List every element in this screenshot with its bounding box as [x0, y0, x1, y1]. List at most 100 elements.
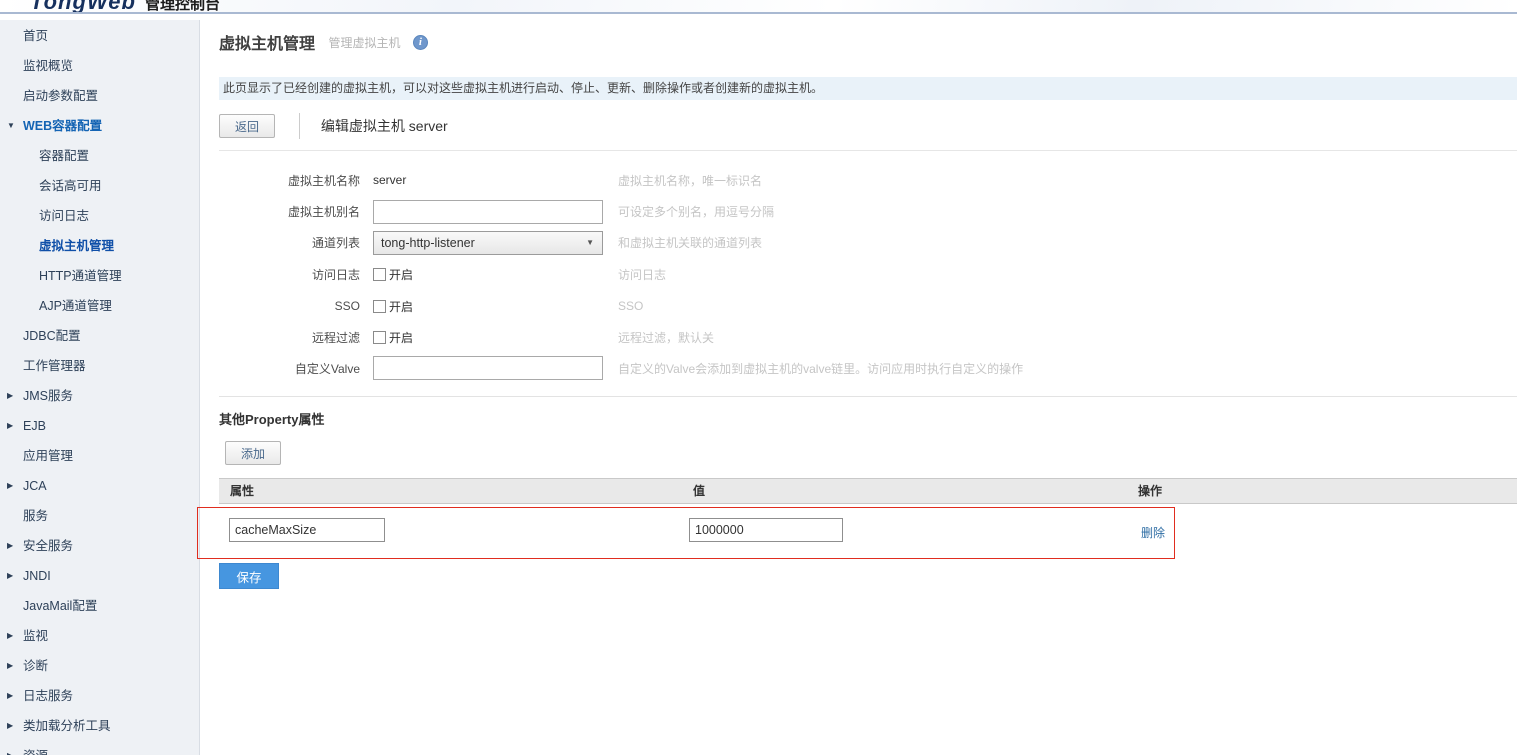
sidebar-item-label: 工作管理器 — [23, 359, 86, 373]
sidebar-item-label: 日志服务 — [23, 689, 74, 703]
sidebar-item-label: 启动参数配置 — [23, 89, 99, 103]
property-name-input[interactable] — [229, 518, 385, 542]
chevron-right-icon[interactable]: ▶ — [7, 381, 13, 411]
add-property-button[interactable]: 添加 — [225, 441, 282, 465]
sidebar-item-work-manager[interactable]: 工作管理器 — [0, 351, 199, 381]
sidebar-item-label: 监视 — [23, 629, 49, 643]
custom-valve-input[interactable] — [373, 356, 603, 380]
form-row-virtual-host-name: 虚拟主机名称 server 虚拟主机名称，唯一标识名 — [200, 164, 1517, 196]
edit-virtual-host-title: 编辑虚拟主机 server — [320, 118, 448, 134]
sidebar-item-label: 访问日志 — [39, 209, 90, 223]
sidebar-item-log-service[interactable]: ▶ 日志服务 — [0, 681, 199, 711]
sidebar-item-label: WEB容器配置 — [23, 119, 103, 133]
field-hint-custom-valve: 自定义的Valve会添加到虚拟主机的valve链里。访问应用时执行自定义的操作 — [618, 361, 1024, 376]
channel-list-select[interactable]: tong-http-listener ▼ — [373, 230, 603, 255]
sidebar-item-label: EJB — [23, 419, 46, 433]
field-sso: 开启 — [373, 298, 605, 315]
sidebar-item-service[interactable]: 服务 — [0, 501, 199, 531]
form-row-remote-filter: 远程过滤 开启 远程过滤，默认关 — [200, 322, 1517, 353]
virtual-host-form: 虚拟主机名称 server 虚拟主机名称，唯一标识名虚拟主机别名 可设定多个别名，用逗… — [200, 164, 1517, 383]
chevron-right-icon[interactable]: ▶ — [7, 531, 13, 561]
app-header: TongWeb 管理控制台 — [0, 0, 1517, 14]
sidebar-item-virtual-host-management[interactable]: 虚拟主机管理 — [0, 231, 199, 261]
property-value-input[interactable] — [689, 518, 843, 542]
sidebar-item-access-log[interactable]: 访问日志 — [0, 201, 199, 231]
sidebar-item-session-ha[interactable]: 会话高可用 — [0, 171, 199, 201]
chevron-right-icon[interactable]: ▶ — [7, 681, 13, 711]
column-header-0: 属性 — [230, 484, 255, 498]
field-label-virtual-host-name: 虚拟主机名称 — [287, 173, 360, 188]
form-row-custom-valve: 自定义Valve 自定义的Valve会添加到虚拟主机的valve链里。访问应用时执… — [200, 353, 1517, 383]
sidebar-item-label: JDBC配置 — [23, 329, 81, 343]
sidebar-item-app-management[interactable]: 应用管理 — [0, 441, 199, 471]
back-button[interactable]: 返回 — [219, 114, 276, 138]
field-label-channel-list: 通道列表 — [311, 236, 360, 250]
sidebar-item-classloader-analysis-tool[interactable]: ▶ 类加载分析工具 — [0, 711, 199, 741]
sidebar-item-diagnosis[interactable]: ▶ 诊断 — [0, 651, 199, 681]
remote-filter-checkbox-label: 开启 — [389, 331, 414, 345]
sidebar-item-resources[interactable]: ▶ 资源 — [0, 741, 199, 755]
chevron-down-icon: ▼ — [586, 237, 594, 247]
horizontal-divider — [219, 150, 1517, 151]
sidebar-item-monitoring[interactable]: ▶ 监视 — [0, 621, 199, 651]
logo-suffix-text: 管理控制台 — [144, 0, 220, 13]
field-label-virtual-host-alias: 虚拟主机别名 — [287, 205, 360, 219]
chevron-right-icon[interactable]: ▶ — [7, 651, 13, 681]
chevron-right-icon[interactable]: ▶ — [7, 471, 13, 501]
chevron-down-icon[interactable]: ▼ — [7, 111, 15, 141]
sidebar-item-jca[interactable]: ▶ JCA — [0, 471, 199, 501]
virtual-host-alias-input[interactable] — [373, 199, 603, 224]
sidebar-item-label: AJP通道管理 — [39, 299, 112, 313]
property-section: 其他Property属性 添加 属性 值 操作删除 保存 — [219, 396, 1517, 616]
sidebar-item-label: 应用管理 — [23, 449, 74, 463]
field-hint-sso: SSO — [618, 299, 644, 313]
sidebar-item-web-container-config[interactable]: ▼ WEB容器配置 — [0, 111, 199, 141]
sidebar-item-label: JavaMail配置 — [23, 599, 98, 613]
field-label-custom-valve: 自定义Valve — [294, 361, 360, 376]
logo-text: TongWeb — [30, 0, 136, 14]
sidebar-item-startup-params-config[interactable]: 启动参数配置 — [0, 81, 199, 111]
delete-link[interactable]: 删除 — [1141, 524, 1165, 541]
sidebar-item-label: 虚拟主机管理 — [39, 239, 115, 253]
property-table-header: 属性 值 操作 — [219, 478, 1517, 504]
sidebar-item-monitor-overview[interactable]: 监视概览 — [0, 51, 199, 81]
sso-checkbox[interactable] — [373, 299, 386, 313]
toolbar: 返回 编辑虚拟主机 server — [219, 113, 448, 139]
remote-filter-checkbox[interactable] — [373, 331, 386, 344]
sidebar-item-jdbc-config[interactable]: JDBC配置 — [0, 321, 199, 351]
property-section-title: 其他Property属性 — [219, 412, 325, 427]
page-head: 虚拟主机管理 管理虚拟主机 i — [219, 30, 428, 54]
page-subtitle: 管理虚拟主机 — [328, 35, 401, 50]
main-content: 虚拟主机管理 管理虚拟主机 i 此页显示了已经创建的虚拟主机，可以对这些虚拟主机… — [197, 20, 1517, 755]
chevron-right-icon[interactable]: ▶ — [7, 741, 13, 755]
save-button[interactable]: 保存 — [219, 563, 279, 589]
chevron-right-icon[interactable]: ▶ — [7, 621, 13, 651]
sidebar-item-javamail-config[interactable]: JavaMail配置 — [0, 591, 199, 621]
chevron-right-icon[interactable]: ▶ — [7, 711, 13, 741]
info-icon[interactable]: i — [412, 34, 428, 50]
sidebar-item-home[interactable]: 首页 — [0, 21, 199, 51]
sidebar-item-ejb[interactable]: ▶ EJB — [0, 411, 199, 441]
sidebar-item-jms-service[interactable]: ▶ JMS服务 — [0, 381, 199, 411]
field-hint-channel-list: 和虚拟主机关联的通道列表 — [618, 236, 763, 250]
field-custom-valve — [373, 356, 605, 380]
sidebar-item-ajp-channel-management[interactable]: AJP通道管理 — [0, 291, 199, 321]
column-header-2: 操作 — [1138, 484, 1163, 498]
selected-option-label: tong-http-listener — [381, 235, 475, 250]
property-table: 属性 值 操作删除 — [219, 478, 1517, 561]
remote-filter-checkbox-wrap: 开启 — [373, 329, 605, 346]
sidebar-item-label: 服务 — [23, 509, 49, 523]
sidebar-nav: 首页 监视概览启动参数配置 ▼ WEB容器配置 容器配置会话高可用访问日志虚拟主机管理 H… — [0, 20, 200, 755]
field-hint-virtual-host-alias: 可设定多个别名，用逗号分隔 — [618, 205, 775, 219]
sidebar-item-http-channel-management[interactable]: HTTP通道管理 — [0, 261, 199, 291]
sidebar-item-container-config[interactable]: 容器配置 — [0, 141, 199, 171]
access-log-checkbox[interactable] — [373, 267, 386, 281]
field-label-sso: SSO — [334, 299, 360, 313]
toolbar-divider — [299, 113, 301, 139]
sidebar-item-jndi[interactable]: ▶ JNDI — [0, 561, 199, 591]
sidebar-item-label: 资源 — [23, 749, 48, 755]
sidebar-item-security-service[interactable]: ▶ 安全服务 — [0, 531, 199, 561]
chevron-right-icon[interactable]: ▶ — [7, 411, 13, 441]
chevron-right-icon[interactable]: ▶ — [7, 561, 13, 591]
sidebar-item-label: 容器配置 — [39, 149, 90, 163]
